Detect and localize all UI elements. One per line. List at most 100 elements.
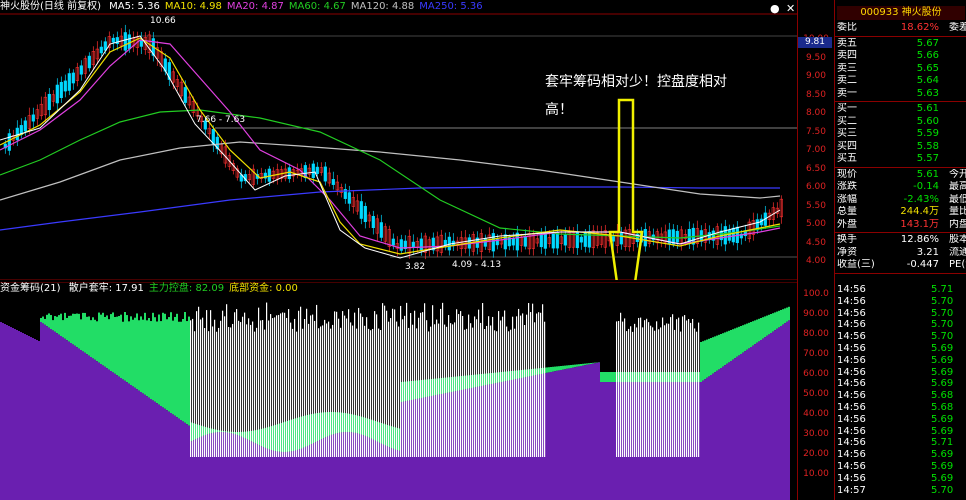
white-bar [284, 312, 286, 457]
white-bar [416, 328, 418, 457]
ma-label: MA60: 4.67 [288, 1, 346, 12]
minimize-icon[interactable]: ● [770, 2, 780, 15]
white-bar [490, 325, 492, 457]
fund-chip-chart[interactable] [0, 282, 797, 500]
purple-bar [744, 351, 746, 500]
white-bar [418, 317, 420, 457]
purple-bar [742, 352, 744, 500]
white-bar [390, 318, 392, 457]
purple-bar [58, 334, 60, 500]
purple-bar [48, 327, 50, 500]
purple-bar [288, 451, 290, 500]
green-bar [76, 313, 78, 348]
green-bar [96, 321, 98, 362]
quote-row: 换手 12.86% 股本 [835, 234, 966, 247]
green-bar [150, 321, 152, 399]
purple-bar [4, 324, 6, 500]
indicator-tick: 90.00 [803, 309, 829, 319]
white-bar [666, 323, 668, 457]
purple-bar [136, 389, 138, 500]
green-bar [154, 317, 156, 402]
white-bar [358, 307, 360, 457]
purple-bar [578, 366, 580, 500]
quote-value: 5.57 [916, 153, 939, 164]
white-bar [680, 331, 682, 457]
purple-bar [584, 365, 586, 500]
green-bar [584, 363, 586, 366]
white-bar [448, 315, 450, 457]
purple-bar [94, 359, 96, 500]
green-bar [174, 316, 176, 416]
quote-row: 卖四 5.66 [835, 50, 966, 63]
purple-bar [396, 450, 398, 500]
purple-bar [72, 344, 74, 500]
tick-price: 5.71 [931, 284, 954, 295]
white-bar [508, 331, 510, 457]
white-bar [428, 331, 430, 457]
white-bar [450, 323, 452, 457]
white-bar [308, 323, 310, 457]
white-bar [266, 302, 268, 457]
tick-time: 14:56 [837, 307, 866, 319]
white-bar [668, 323, 670, 457]
purple-bar [770, 333, 772, 500]
green-bar [586, 363, 588, 365]
white-bar [492, 316, 494, 457]
green-bar [114, 316, 116, 374]
green-bar [782, 309, 784, 325]
green-bar [144, 312, 146, 395]
purple-bar [92, 358, 94, 500]
green-bar [770, 314, 772, 333]
purple-bar [292, 450, 294, 500]
indicator-axis: 100.0 90.00 80.00 70.00 60.00 50.00 40.00 30.00… [797, 282, 834, 500]
close-icon[interactable]: ✕ [786, 2, 795, 15]
white-bar [474, 316, 476, 457]
callout-arrow [608, 98, 644, 280]
white-bar [190, 320, 192, 457]
kline-chart[interactable] [0, 0, 797, 280]
purple-bar [42, 323, 44, 500]
green-bar [742, 325, 744, 353]
purple-bar [150, 399, 152, 500]
price-tick: 7.50 [805, 126, 827, 137]
white-bar [234, 312, 236, 457]
white-bar [226, 304, 228, 457]
green-bar [184, 312, 186, 423]
purple-bar [98, 362, 100, 500]
white-bar [506, 326, 508, 457]
purple-bar [602, 382, 604, 500]
tick-price: 5.70 [931, 484, 954, 496]
white-bar [264, 329, 266, 457]
purple-bar [726, 363, 728, 500]
white-bar [208, 331, 210, 457]
white-bar [314, 320, 316, 457]
purple-bar [96, 361, 98, 500]
quote-label: 卖二 [837, 75, 857, 86]
white-bar [242, 316, 244, 457]
purple-bar [132, 386, 134, 500]
purple-bar [178, 418, 180, 500]
ma-label: MA120: 4.88 [350, 1, 415, 12]
purple-bar [754, 344, 756, 500]
green-bar [80, 319, 82, 350]
white-bar [258, 307, 260, 457]
green-bar [714, 336, 716, 373]
purple-bar [60, 336, 62, 500]
white-bar [488, 316, 490, 457]
purple-bar [142, 393, 144, 500]
white-bar [240, 322, 242, 457]
green-bar [762, 317, 764, 339]
green-bar [610, 372, 612, 382]
white-bar [498, 311, 500, 457]
indicator-tick: 50.00 [803, 389, 829, 399]
white-bar [376, 314, 378, 457]
white-bar [462, 315, 464, 457]
white-bar [652, 327, 654, 457]
white-bar [672, 314, 674, 457]
white-bar [248, 318, 250, 457]
white-bar [306, 308, 308, 457]
white-bar [382, 303, 384, 457]
green-bar [576, 364, 578, 367]
white-bar [502, 316, 504, 457]
green-bar [758, 318, 760, 342]
